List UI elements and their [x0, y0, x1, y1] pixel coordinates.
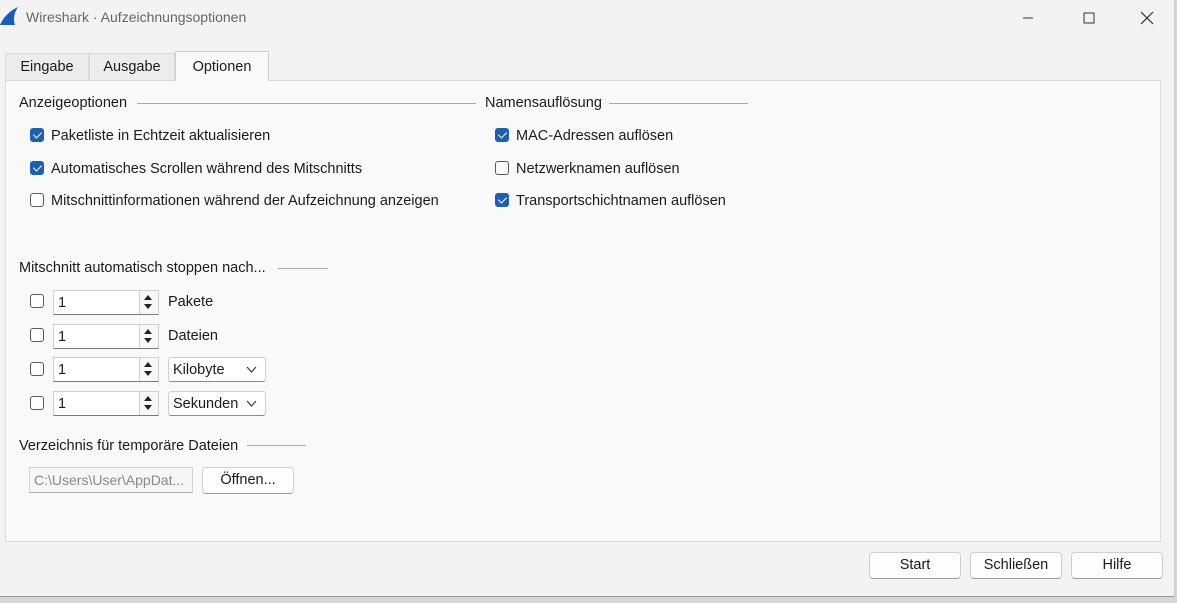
minimize-button[interactable] [1005, 0, 1051, 36]
temp-dir-input[interactable]: C:\Users\User\AppDat... [29, 467, 193, 493]
stop-time-checkbox[interactable] [30, 396, 44, 410]
stop-size-checkbox[interactable] [30, 362, 44, 376]
stop-time-unit-value: Sekunden [173, 396, 239, 412]
network-resolve-checkbox[interactable] [495, 161, 509, 175]
name-resolution-divider [609, 103, 748, 104]
stop-size-spinbox[interactable]: 1 [53, 357, 159, 382]
arrow-down-icon[interactable] [144, 371, 152, 376]
auto-scroll-checkbox[interactable] [30, 161, 44, 175]
arrow-down-icon[interactable] [144, 405, 152, 410]
stop-time-spinbox[interactable]: 1 [53, 391, 159, 416]
stop-files-spinbox[interactable]: 1 [53, 324, 159, 349]
realtime-update-label[interactable]: Paketliste in Echtzeit aktualisieren [51, 128, 270, 144]
stop-time-value: 1 [58, 396, 67, 412]
display-options-title: Anzeigeoptionen [19, 95, 128, 111]
stop-packets-value: 1 [58, 295, 67, 311]
mac-resolve-label[interactable]: MAC-Adressen auflösen [516, 128, 673, 144]
minimize-icon [1023, 17, 1033, 19]
name-resolution-title: Namensauflösung [485, 95, 602, 111]
maximize-button[interactable] [1066, 0, 1112, 36]
arrow-down-icon[interactable] [144, 338, 152, 343]
tab-eingabe[interactable]: Eingabe [5, 53, 89, 80]
spin-buttons[interactable] [139, 392, 158, 415]
auto-stop-title: Mitschnitt automatisch stoppen nach... [19, 260, 266, 276]
spin-buttons[interactable] [139, 291, 158, 314]
arrow-up-icon[interactable] [144, 295, 152, 300]
transport-resolve-label[interactable]: Transportschichtnamen auflösen [516, 193, 726, 209]
open-directory-button[interactable]: Öffnen... [202, 467, 294, 494]
help-button[interactable]: Hilfe [1071, 552, 1163, 579]
temp-dir-title: Verzeichnis für temporäre Dateien [19, 438, 239, 454]
stop-packets-checkbox[interactable] [30, 294, 44, 308]
title-bar[interactable]: Wireshark · Aufzeichnungsoptionen [0, 0, 1174, 36]
stop-size-unit-select[interactable]: Kilobyte [168, 357, 266, 382]
wireshark-fin-icon [0, 7, 18, 25]
realtime-update-checkbox[interactable] [30, 128, 44, 142]
arrow-down-icon[interactable] [144, 304, 152, 309]
stop-packets-unit: Pakete [168, 294, 214, 310]
capture-options-dialog: Wireshark · Aufzeichnungsoptionen Eingab… [0, 0, 1175, 597]
tab-optionen[interactable]: Optionen [175, 51, 269, 81]
capture-info-checkbox[interactable] [30, 193, 44, 207]
maximize-icon [1083, 12, 1095, 24]
temp-dir-divider [247, 445, 306, 446]
spin-buttons[interactable] [139, 358, 158, 381]
transport-resolve-checkbox[interactable] [495, 193, 509, 207]
tab-ausgabe[interactable]: Ausgabe [89, 53, 175, 80]
auto-scroll-label[interactable]: Automatisches Scrollen während des Mitsc… [51, 161, 362, 177]
arrow-up-icon[interactable] [144, 329, 152, 334]
stop-files-value: 1 [58, 329, 67, 345]
close-dialog-button[interactable]: Schließen [970, 552, 1062, 579]
capture-info-label[interactable]: Mitschnittinformationen während der Aufz… [51, 193, 439, 209]
close-icon [1140, 11, 1154, 25]
chevron-down-icon [246, 400, 257, 407]
window-title: Wireshark · Aufzeichnungsoptionen [26, 9, 247, 25]
stop-files-unit: Dateien [168, 328, 218, 344]
close-button[interactable] [1124, 0, 1170, 36]
arrow-up-icon[interactable] [144, 396, 152, 401]
chevron-down-icon [246, 366, 257, 373]
auto-stop-divider [278, 268, 328, 269]
stop-time-unit-select[interactable]: Sekunden [168, 391, 266, 416]
network-resolve-label[interactable]: Netzwerknamen auflösen [516, 161, 680, 177]
spin-buttons[interactable] [139, 325, 158, 348]
stop-packets-spinbox[interactable]: 1 [53, 290, 159, 315]
stop-size-unit-value: Kilobyte [173, 362, 225, 378]
stop-files-checkbox[interactable] [30, 328, 44, 342]
mac-resolve-checkbox[interactable] [495, 128, 509, 142]
arrow-up-icon[interactable] [144, 362, 152, 367]
stop-size-value: 1 [58, 362, 67, 378]
start-button[interactable]: Start [869, 552, 961, 579]
display-options-divider [137, 103, 476, 104]
